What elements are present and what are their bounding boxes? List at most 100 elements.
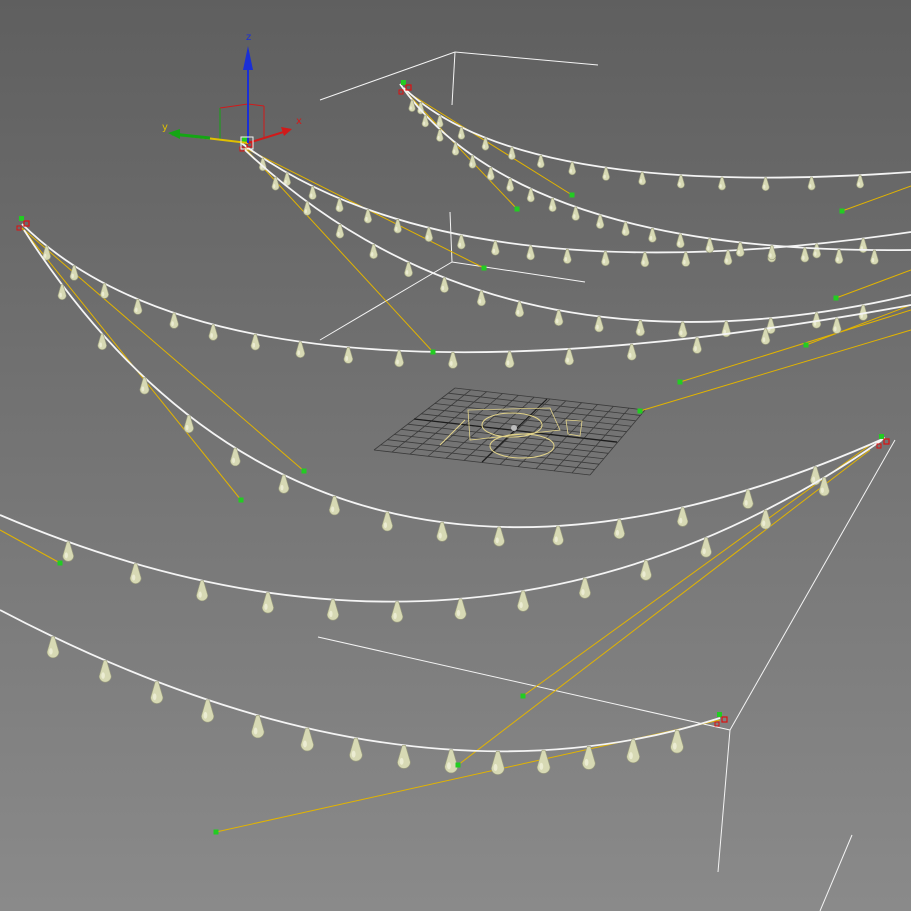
bulb-highlight (615, 529, 620, 536)
bulb-highlight (351, 750, 356, 758)
scene-canvas[interactable]: x y z (0, 0, 911, 911)
bulb-highlight (337, 205, 340, 210)
vertex-handle[interactable] (242, 137, 247, 142)
bulb-highlight (141, 386, 145, 392)
bulb-highlight (383, 522, 388, 529)
bulb-highlight (554, 536, 558, 543)
target-handle[interactable] (455, 762, 461, 768)
bulb-highlight (399, 757, 404, 765)
bulb-highlight (426, 235, 429, 240)
target-handle[interactable] (514, 206, 520, 212)
bulb-highlight (628, 352, 632, 358)
target-handle[interactable] (430, 349, 436, 355)
bulb-highlight (836, 257, 839, 262)
bulb-highlight (365, 216, 368, 222)
bulb-highlight (441, 285, 445, 291)
bulb-highlight (304, 209, 308, 214)
bulb-highlight (802, 255, 805, 260)
bulb-highlight (672, 742, 677, 750)
vertex-handle[interactable] (19, 216, 24, 221)
bulb-highlight (44, 253, 47, 258)
bulb-highlight (519, 601, 523, 609)
bulb-highlight (694, 346, 697, 351)
bulb-highlight (449, 360, 453, 366)
target-handle[interactable] (57, 560, 63, 566)
vertex-handle[interactable] (879, 434, 884, 439)
bulb-highlight (252, 342, 256, 348)
bulb-highlight (507, 185, 510, 190)
bulb-highlight (597, 222, 600, 227)
bulb-highlight (458, 242, 462, 247)
bulb-highlight (725, 258, 728, 263)
bulb-highlight (371, 252, 374, 257)
bulb-highlight (602, 259, 606, 264)
bulb-highlight (478, 298, 482, 304)
bulb-highlight (303, 740, 307, 748)
target-handle[interactable] (803, 342, 809, 348)
bulb-highlight (495, 537, 499, 544)
bulb-highlight (814, 251, 817, 256)
target-handle[interactable] (677, 379, 683, 385)
bulb-highlight (101, 672, 105, 679)
bulb-highlight (596, 324, 599, 330)
bulb-highlight (280, 484, 284, 491)
bulb-highlight (459, 133, 462, 138)
target-handle[interactable] (637, 408, 643, 414)
gizmo-x-label: x (296, 116, 302, 127)
bulb-highlight (707, 246, 710, 251)
vertex-handle[interactable] (717, 712, 722, 717)
bulb-highlight (132, 574, 136, 581)
bulb-highlight (584, 758, 589, 766)
target-handle[interactable] (839, 208, 845, 214)
bulb-highlight (763, 184, 766, 189)
bulb-highlight (623, 229, 626, 234)
3d-perspective-viewport[interactable]: x y z (0, 0, 911, 911)
bulb-highlight (744, 499, 748, 506)
target-handle[interactable] (569, 192, 575, 198)
bulb-highlight (453, 149, 456, 154)
bulb-highlight (395, 226, 398, 231)
bulb-highlight (198, 591, 202, 598)
target-handle[interactable] (238, 497, 244, 503)
bulb-highlight (423, 121, 426, 126)
bulb-highlight (679, 330, 683, 336)
bulb-highlight (509, 153, 512, 158)
target-handle[interactable] (481, 265, 487, 271)
viewport-background (0, 0, 911, 911)
vertex-handle[interactable] (401, 80, 406, 85)
bulb-highlight (566, 357, 569, 363)
target-handle[interactable] (213, 829, 219, 835)
bulb-highlight (677, 241, 681, 246)
bulb-highlight (59, 292, 62, 298)
bulb-highlight (396, 359, 399, 365)
bulb-highlight (409, 106, 412, 110)
bulb-highlight (185, 424, 189, 431)
bulb-highlight (642, 571, 646, 578)
bulb-highlight (345, 356, 349, 361)
bulb-highlight (171, 321, 174, 327)
bulb-highlight (642, 260, 645, 265)
bulb-highlight (273, 184, 276, 189)
bulb-highlight (649, 235, 653, 241)
bulb-highlight (762, 520, 766, 527)
bulb-highlight (101, 291, 105, 297)
bulb-highlight (64, 552, 68, 559)
bulb-highlight (329, 610, 333, 618)
bulb-highlight (393, 612, 397, 620)
bulb-highlight (331, 506, 335, 513)
bulb-highlight (871, 257, 875, 263)
bulb-highlight (629, 752, 633, 760)
bulb-highlight (857, 182, 860, 187)
bulb-highlight (528, 195, 531, 200)
bulb-highlight (683, 259, 686, 265)
bulb-highlight (135, 307, 138, 313)
bulb-highlight (820, 487, 824, 494)
bulb-highlight (405, 270, 409, 275)
bulb-highlight (516, 309, 520, 315)
bulb-highlight (297, 350, 301, 356)
target-handle[interactable] (301, 468, 307, 474)
target-handle[interactable] (833, 295, 839, 301)
bulb-highlight (719, 184, 722, 189)
bulb-highlight (550, 205, 553, 210)
target-handle[interactable] (520, 693, 526, 699)
